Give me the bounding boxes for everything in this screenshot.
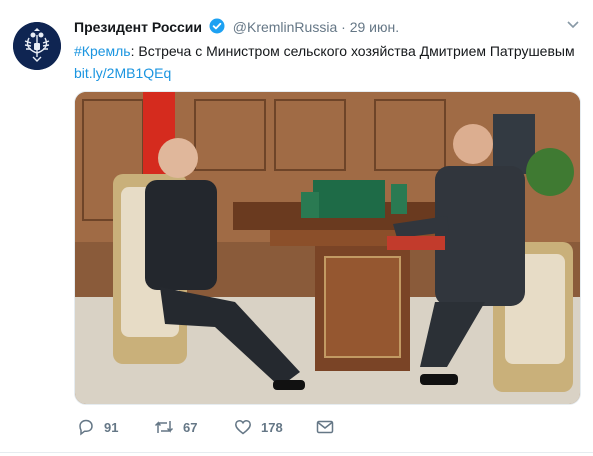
tweet-photo[interactable] bbox=[74, 91, 581, 405]
tweet-header: Президент России @KremlinRussia · 29 июн… bbox=[74, 18, 399, 38]
retweet-button[interactable]: 67 bbox=[154, 416, 197, 438]
direct-message-button[interactable] bbox=[316, 416, 334, 438]
message-icon bbox=[316, 420, 334, 434]
verified-badge-icon bbox=[209, 18, 225, 37]
reply-count: 91 bbox=[104, 419, 119, 435]
tweet-date[interactable]: 29 июн. bbox=[350, 19, 399, 35]
reply-icon bbox=[79, 419, 93, 436]
like-count: 178 bbox=[261, 419, 283, 435]
author-handle[interactable]: @KremlinRussia bbox=[233, 19, 337, 35]
retweet-icon bbox=[154, 421, 174, 433]
tweet-card[interactable]: Президент России @KremlinRussia · 29 июн… bbox=[0, 0, 593, 456]
divider bbox=[0, 452, 593, 453]
separator-dot: · bbox=[341, 19, 346, 35]
short-link[interactable]: bit.ly/2MB1QEq bbox=[74, 65, 171, 81]
like-button[interactable]: 178 bbox=[234, 416, 283, 438]
avatar[interactable] bbox=[13, 22, 61, 70]
hashtag-link[interactable]: #Кремль bbox=[74, 43, 131, 59]
author-name[interactable]: Президент России bbox=[74, 19, 202, 35]
reply-button[interactable]: 91 bbox=[77, 416, 118, 438]
tweet-text: #Кремль: Встреча с Министром сельского х… bbox=[74, 40, 579, 84]
retweet-count: 67 bbox=[183, 419, 198, 435]
meeting-photo bbox=[75, 92, 580, 404]
like-icon bbox=[235, 419, 251, 435]
russian-emblem-icon bbox=[13, 22, 61, 70]
tweet-body: : Встреча с Министром сельского хозяйств… bbox=[130, 43, 575, 59]
chevron-down-icon[interactable] bbox=[567, 16, 579, 32]
